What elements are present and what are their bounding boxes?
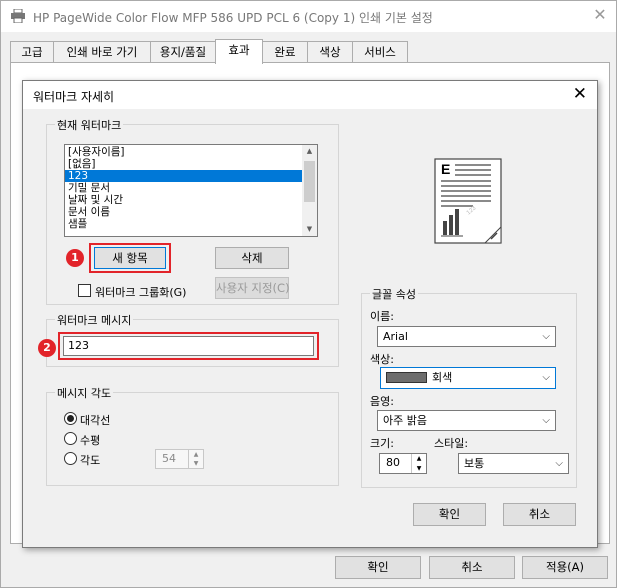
outer-cancel-button[interactable]: 취소 (429, 556, 515, 579)
watermark-preview-icon: E 123 (434, 158, 502, 244)
new-item-button[interactable]: 새 항목 (94, 247, 166, 269)
size-value: 80 (386, 456, 400, 469)
radio-horizontal[interactable] (64, 432, 77, 445)
watermark-listbox[interactable]: [사용자이름] [없음] 123 기밀 문서 날짜 및 시간 문서 이름 샘플 … (64, 144, 318, 237)
dialog-title-bar: 워터마크 자세히 ✕ (23, 81, 597, 109)
watermark-details-dialog: 워터마크 자세히 ✕ 현재 워터마크 [사용자이름] [없음] 123 기밀 문… (22, 80, 598, 548)
outer-title-bar: HP PageWide Color Flow MFP 586 UPD PCL 6… (1, 1, 616, 32)
scroll-up-icon[interactable]: ▲ (302, 145, 317, 158)
color-swatch (386, 371, 427, 383)
spin-down-icon[interactable]: ▼ (189, 459, 203, 468)
scroll-down-icon[interactable]: ▼ (302, 223, 317, 236)
chevron-down-icon: ⌵ (555, 458, 563, 469)
message-angle-label: 메시지 각도 (55, 385, 114, 401)
list-scrollbar[interactable]: ▲ ▼ (302, 145, 317, 236)
style-select[interactable]: 보통 ⌵ (458, 453, 569, 474)
current-watermark-label: 현재 워터마크 (55, 117, 124, 133)
list-item[interactable]: 기밀 문서 (65, 182, 317, 194)
radio-horizontal-label: 수평 (80, 434, 101, 447)
radio-diagonal-label: 대각선 (80, 414, 111, 427)
shading-label: 음영: (370, 395, 394, 408)
list-item[interactable]: 샘플 (65, 218, 317, 230)
spin-up-icon[interactable]: ▲ (189, 450, 203, 459)
tab-effects[interactable]: 효과 (215, 39, 263, 64)
chevron-down-icon: ⌵ (542, 415, 550, 426)
spin-down-icon[interactable]: ▼ (412, 464, 426, 474)
font-name-value: Arial (383, 330, 408, 343)
dialog-ok-button[interactable]: 확인 (413, 503, 486, 526)
watermark-message-input[interactable]: 123 (63, 336, 314, 356)
dialog-cancel-button[interactable]: 취소 (503, 503, 576, 526)
chevron-down-icon: ⌵ (542, 331, 550, 342)
shading-select[interactable]: 아주 밝음 ⌵ (377, 410, 556, 431)
dialog-title: 워터마크 자세히 (33, 90, 115, 104)
color-label: 색상: (370, 353, 394, 366)
delete-button[interactable]: 삭제 (215, 247, 289, 269)
group-watermark-label: 워터마크 그룹화(G) (95, 286, 187, 299)
radio-diagonal[interactable] (64, 412, 77, 425)
svg-text:E: E (441, 161, 450, 177)
shading-value: 아주 밝음 (383, 414, 427, 427)
tab-paper-quality[interactable]: 용지/품질 (150, 41, 216, 63)
tab-advanced[interactable]: 고급 (10, 41, 54, 63)
callout-badge-2: 2 (38, 339, 56, 357)
scroll-thumb[interactable] (304, 161, 315, 202)
radio-angle[interactable] (64, 452, 77, 465)
callout-badge-1: 1 (66, 249, 84, 267)
size-spinner[interactable]: 80 ▲ ▼ (379, 453, 427, 474)
list-item[interactable]: [사용자이름] (65, 146, 317, 158)
color-select[interactable]: 회색 ⌵ (380, 367, 556, 389)
outer-close-icon[interactable]: ✕ (590, 5, 610, 25)
watermark-message-label: 워터마크 메시지 (55, 312, 134, 328)
outer-window-title: HP PageWide Color Flow MFP 586 UPD PCL 6… (33, 11, 433, 25)
list-item-selected[interactable]: 123 (65, 170, 317, 182)
printer-icon (11, 9, 25, 23)
angle-value: 54 (162, 452, 176, 465)
dialog-close-icon[interactable]: ✕ (573, 84, 587, 104)
tab-finishing[interactable]: 완료 (262, 41, 308, 63)
style-label: 스타일: (434, 437, 469, 450)
custom-button[interactable]: 사용자 지정(C) (215, 277, 290, 299)
list-item[interactable]: 문서 이름 (65, 206, 317, 218)
color-value: 회색 (432, 371, 453, 384)
outer-apply-button[interactable]: 적용(A) (522, 556, 608, 579)
group-watermark-checkbox[interactable] (78, 284, 91, 297)
font-name-select[interactable]: Arial ⌵ (377, 326, 556, 347)
font-properties-label: 글꼴 속성 (370, 286, 418, 302)
list-item[interactable]: 날짜 및 시간 (65, 194, 317, 206)
list-item[interactable]: [없음] (65, 158, 317, 170)
spin-up-icon[interactable]: ▲ (412, 454, 426, 464)
outer-ok-button[interactable]: 확인 (335, 556, 421, 579)
size-label: 크기: (370, 437, 394, 450)
tab-color[interactable]: 색상 (307, 41, 353, 63)
chevron-down-icon: ⌵ (542, 372, 550, 383)
angle-spinner[interactable]: 54 ▲ ▼ (155, 449, 204, 469)
font-name-label: 이름: (370, 310, 394, 323)
radio-angle-label: 각도 (80, 454, 101, 467)
tab-services[interactable]: 서비스 (352, 41, 408, 63)
style-value: 보통 (464, 457, 485, 470)
tab-printing-shortcuts[interactable]: 인쇄 바로 가기 (53, 41, 151, 63)
